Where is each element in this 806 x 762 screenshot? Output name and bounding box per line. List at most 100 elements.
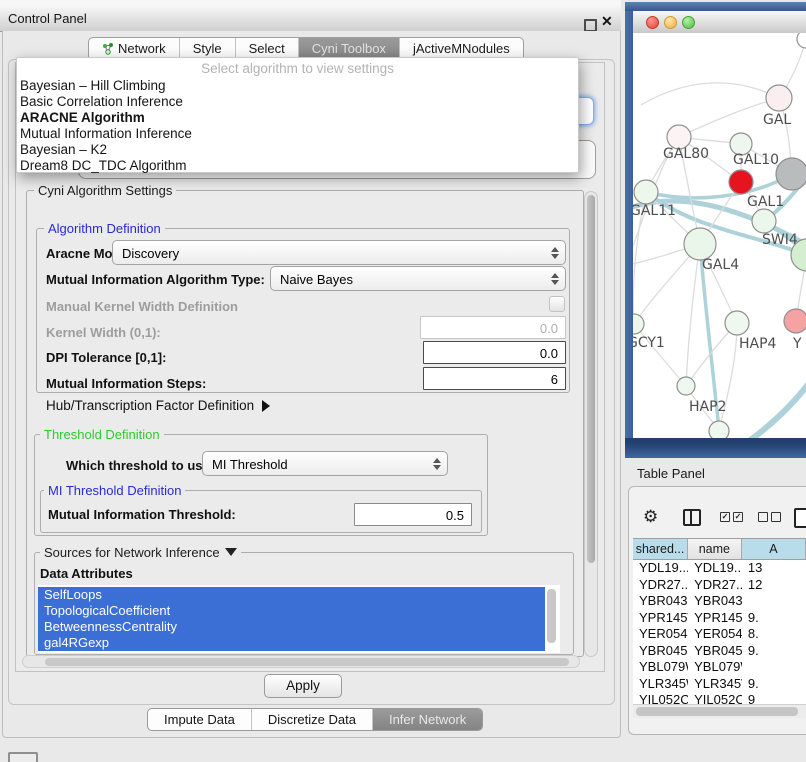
threshold-definition-legend: Threshold Definition (40, 427, 164, 442)
tab-infer-network[interactable]: Infer Network (372, 709, 482, 730)
settings-vertical-scrollbar[interactable] (584, 191, 598, 657)
network-node-label: GCY1 (633, 335, 665, 351)
dropdown-item[interactable]: Mutual Information Inference (17, 126, 578, 142)
gear-icon[interactable]: ⚙ (643, 507, 658, 527)
table-panel-title: Table Panel (637, 466, 705, 481)
network-window-titlebar (633, 11, 806, 34)
table-row[interactable]: YBL079W YBL079W (633, 659, 806, 676)
network-node-label: HAP2 (689, 399, 726, 415)
network-node-hap2[interactable] (677, 377, 695, 395)
network-node-label: GAL80 (663, 146, 709, 162)
network-canvas[interactable]: GALGAL80GAL10GAL1GAL11GAL4SWI4GCY1HAP4YH… (633, 33, 806, 438)
network-icon (102, 43, 114, 55)
network-node-gal11[interactable] (634, 180, 658, 204)
expanded-arrow-icon (225, 548, 237, 556)
column-header-partial[interactable]: A (742, 539, 806, 559)
attribute-item[interactable]: BetweennessCentrality (38, 619, 545, 635)
attribute-item[interactable]: TopologicalCoefficient (38, 603, 545, 619)
network-node-hap4[interactable] (725, 311, 749, 335)
dpi-tolerance-field[interactable]: 0.0 (423, 341, 566, 364)
hub-definition-expander[interactable]: Hub/Transcription Factor Definition (46, 398, 270, 413)
network-node[interactable] (709, 421, 729, 438)
combo-spinner-icon (550, 246, 559, 260)
network-node[interactable] (776, 158, 806, 190)
attribute-item[interactable]: SelfLoops (38, 587, 545, 603)
network-node-label: Y (792, 336, 802, 352)
mi-steps-field[interactable]: 6 (423, 367, 566, 390)
cyni-mode-tabs: Impute Data Discretize Data Infer Networ… (147, 708, 483, 731)
docked-panel-icon[interactable] (8, 752, 38, 762)
network-edge[interactable] (725, 378, 806, 438)
scrollbar-thumb[interactable] (587, 195, 595, 563)
mi-threshold-field[interactable]: 0.5 (354, 503, 472, 526)
network-node-label: GAL11 (633, 203, 676, 219)
table-row[interactable]: YER054C YER054C 8. (633, 626, 806, 643)
collapsed-arrow-icon (262, 400, 270, 412)
algorithm-definition-legend: Algorithm Definition (44, 221, 165, 236)
mi-algorithm-type-combo[interactable]: Naive Bayes (270, 266, 566, 291)
column-header-shared-name[interactable]: shared... (633, 539, 688, 559)
dropdown-item[interactable]: Basic Correlation Inference (17, 94, 578, 110)
node-table: shared... name A YDL19... YDL19... 13 YD… (633, 538, 806, 705)
settings-horizontal-scrollbar[interactable] (22, 655, 580, 668)
attribute-item[interactable]: gal4RGexp (38, 635, 545, 651)
network-node-gal1[interactable] (729, 170, 753, 194)
column-header-name[interactable]: name (688, 539, 742, 559)
zoom-window-icon[interactable] (682, 16, 695, 29)
network-canvas-svg: GALGAL80GAL10GAL1GAL11GAL4SWI4GCY1HAP4YH… (633, 33, 806, 438)
table-horizontal-scrollbar[interactable] (633, 704, 806, 718)
scrollbar-thumb[interactable] (45, 658, 569, 666)
control-panel-titlebar: Control Panel ✕ (0, 6, 621, 32)
table-row[interactable]: YDL19... YDL19... 13 (633, 560, 806, 577)
network-node-gal[interactable] (766, 85, 792, 111)
network-node[interactable] (797, 33, 806, 48)
table-row[interactable]: YBR045C YBR045C 9. (633, 643, 806, 660)
network-node-gal4[interactable] (684, 228, 716, 260)
mi-algorithm-type-label: Mutual Information Algorithm Type: (46, 272, 265, 287)
network-node-y[interactable] (784, 309, 806, 333)
select-all-icon[interactable]: ✓ ✓ (720, 512, 743, 522)
network-node-swi4[interactable] (752, 209, 776, 233)
panel-title: Control Panel (8, 6, 87, 31)
which-threshold-combo[interactable]: MI Threshold (202, 451, 448, 476)
minimize-window-icon[interactable] (664, 16, 677, 29)
split-columns-icon[interactable] (683, 509, 701, 526)
tab-impute-data[interactable]: Impute Data (148, 709, 251, 730)
mi-steps-label: Mutual Information Steps: (46, 376, 206, 391)
network-node-label: SWI4 (762, 232, 798, 248)
apply-button[interactable]: Apply (264, 674, 342, 698)
combo-spinner-icon (550, 272, 559, 286)
table-row[interactable]: YPR145W YPR145W 9. (633, 610, 806, 627)
network-node-label: GAL10 (733, 152, 779, 168)
dropdown-item[interactable]: Bayesian – Hill Climbing (17, 78, 578, 94)
table-row[interactable]: YDR27... YDR27... 12 (633, 577, 806, 594)
close-window-icon[interactable] (646, 16, 659, 29)
network-edge[interactable] (641, 83, 779, 105)
network-node-gcy1[interactable] (633, 314, 644, 334)
tab-discretize-data[interactable]: Discretize Data (251, 709, 372, 730)
dropdown-item-selected[interactable]: ARACNE Algorithm (17, 110, 578, 126)
table-row[interactable]: YLR345W YLR345W 9. (633, 676, 806, 693)
network-edge[interactable] (634, 324, 686, 386)
network-edge[interactable] (686, 244, 700, 386)
mi-threshold-definition-legend: MI Threshold Definition (44, 483, 185, 498)
table-row[interactable]: YBR043C YBR043C (633, 593, 806, 610)
data-attributes-list: SelfLoops TopologicalCoefficient Between… (38, 585, 560, 653)
manual-kernel-width-checkbox[interactable] (549, 296, 565, 312)
deselect-all-icon[interactable] (758, 512, 781, 522)
dropdown-prompt: Select algorithm to view settings (17, 58, 578, 78)
scrollbar-thumb[interactable] (636, 707, 798, 716)
kernel-width-field[interactable]: 0.0 (420, 316, 566, 339)
dropdown-item[interactable]: Dream8 DC_TDC Algorithm (17, 158, 578, 174)
network-node-label: GAL4 (702, 257, 739, 273)
attribute-list-scrollbar[interactable] (547, 589, 556, 643)
combo-spinner-icon (432, 457, 441, 471)
sources-legend[interactable]: Sources for Network Inference (40, 545, 241, 560)
aracne-mode-combo[interactable]: Discovery (112, 240, 566, 265)
dropdown-item[interactable]: Bayesian – K2 (17, 142, 578, 158)
screen: Control Panel ✕ Network Style Select Cyn… (0, 0, 806, 762)
which-threshold-label: Which threshold to use: (66, 458, 214, 473)
dpi-tolerance-label: DPI Tolerance [0,1]: (46, 350, 166, 365)
page-icon[interactable] (794, 508, 806, 528)
cyni-settings-legend: Cyni Algorithm Settings (34, 183, 176, 198)
